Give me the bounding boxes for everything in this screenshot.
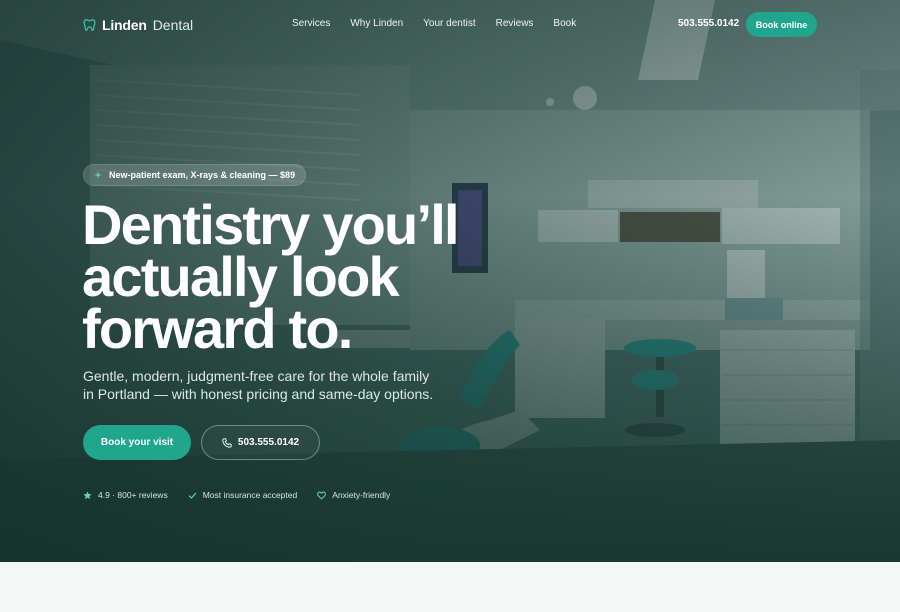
trust-indicators: 4.9 · 800+ reviews Most insurance accept… bbox=[83, 490, 390, 500]
heart-icon bbox=[317, 491, 327, 500]
star-icon bbox=[83, 490, 92, 499]
offer-badge: New-patient exam, X-rays & cleaning — $8… bbox=[83, 164, 307, 186]
hero-headline: Dentistry you’ll actually look forward t… bbox=[82, 193, 502, 360]
offer-badge-text: New-patient exam, X-rays & cleaning — $8… bbox=[109, 170, 296, 180]
hero-section: Linden Dental Services Why Linden Your d… bbox=[0, 0, 900, 562]
check-icon bbox=[188, 492, 197, 499]
nav-link-reviews[interactable]: Reviews bbox=[496, 18, 534, 29]
next-section bbox=[0, 562, 900, 612]
sparkle-icon bbox=[94, 171, 102, 179]
phone-icon bbox=[222, 437, 232, 448]
hero-subheadline: Gentle, modern, judgment-free care for t… bbox=[83, 368, 434, 402]
brand-logo[interactable]: Linden Dental bbox=[83, 15, 193, 35]
nav-link-why-linden[interactable]: Why Linden bbox=[350, 18, 403, 29]
nav-link-your-dentist[interactable]: Your dentist bbox=[423, 18, 475, 29]
trust-anxiety-text: Anxiety-friendly bbox=[332, 490, 391, 500]
trust-item-anxiety: Anxiety-friendly bbox=[317, 490, 390, 500]
trust-reviews-text: 4.9 · 800+ reviews bbox=[98, 490, 168, 500]
nav-phone-link[interactable]: 503.555.0142 bbox=[678, 18, 739, 29]
trust-item-reviews: 4.9 · 800+ reviews bbox=[83, 490, 168, 500]
tooth-icon bbox=[83, 19, 96, 31]
headline-line-3: forward to. bbox=[82, 297, 353, 360]
trust-insurance-text: Most insurance accepted bbox=[202, 490, 298, 500]
trust-item-insurance: Most insurance accepted bbox=[188, 490, 298, 500]
top-navigation: Linden Dental Services Why Linden Your d… bbox=[0, 0, 900, 50]
headline-line-2: actually look bbox=[82, 245, 400, 308]
book-online-button[interactable]: Book online bbox=[746, 12, 817, 37]
brand-descriptor: Dental bbox=[152, 17, 194, 33]
headline-line-1: Dentistry you’ll bbox=[82, 193, 460, 256]
call-phone-button[interactable]: 503.555.0142 bbox=[201, 425, 320, 460]
book-your-visit-button[interactable]: Book your visit bbox=[83, 425, 191, 460]
nav-link-services[interactable]: Services bbox=[292, 18, 330, 29]
nav-link-book[interactable]: Book bbox=[553, 18, 576, 29]
brand-name: Linden bbox=[102, 17, 147, 33]
call-phone-label: 503.555.0142 bbox=[237, 437, 300, 448]
nav-links: Services Why Linden Your dentist Reviews… bbox=[292, 18, 576, 29]
